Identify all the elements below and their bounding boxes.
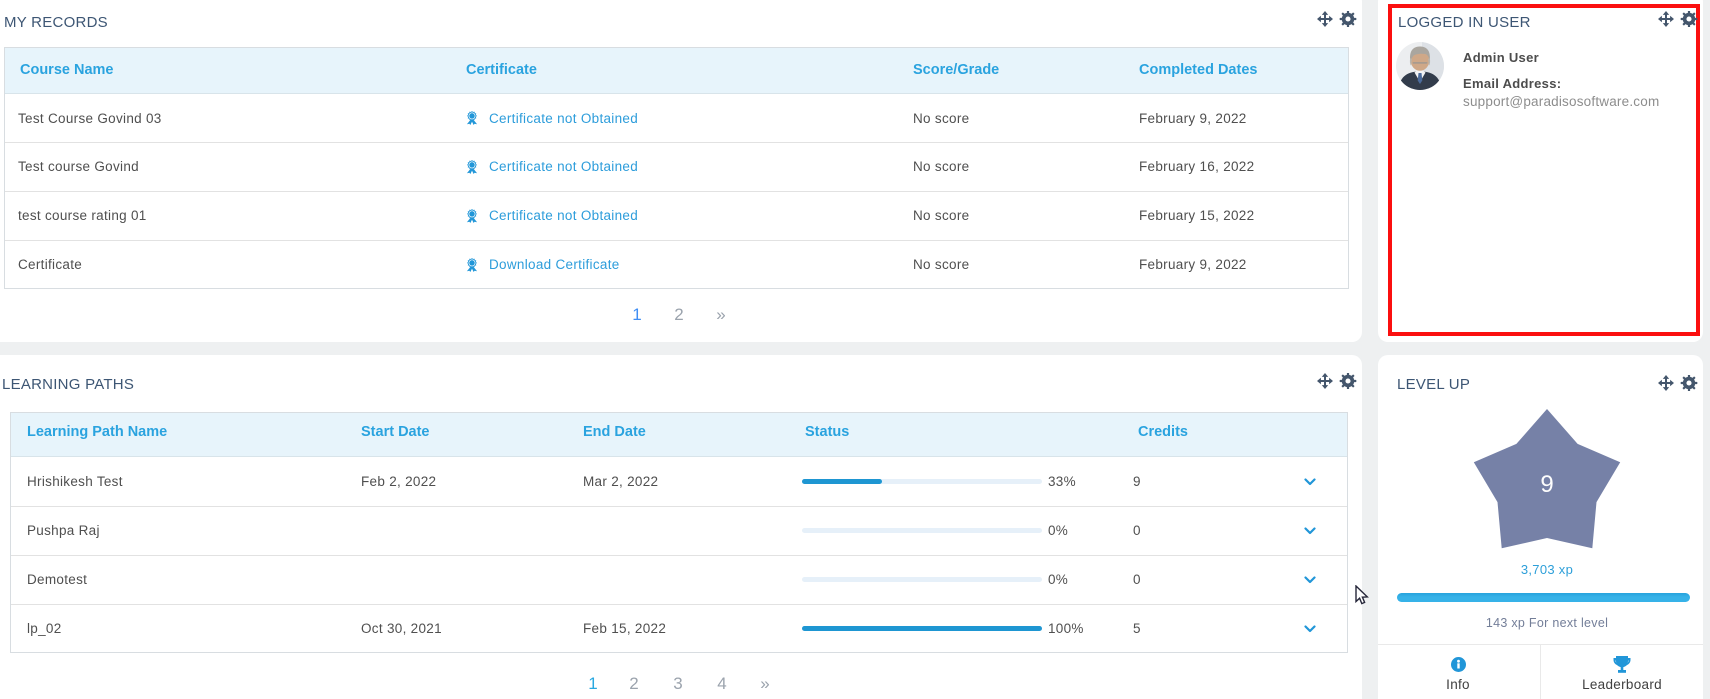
svg-text:9: 9 <box>1540 471 1553 498</box>
